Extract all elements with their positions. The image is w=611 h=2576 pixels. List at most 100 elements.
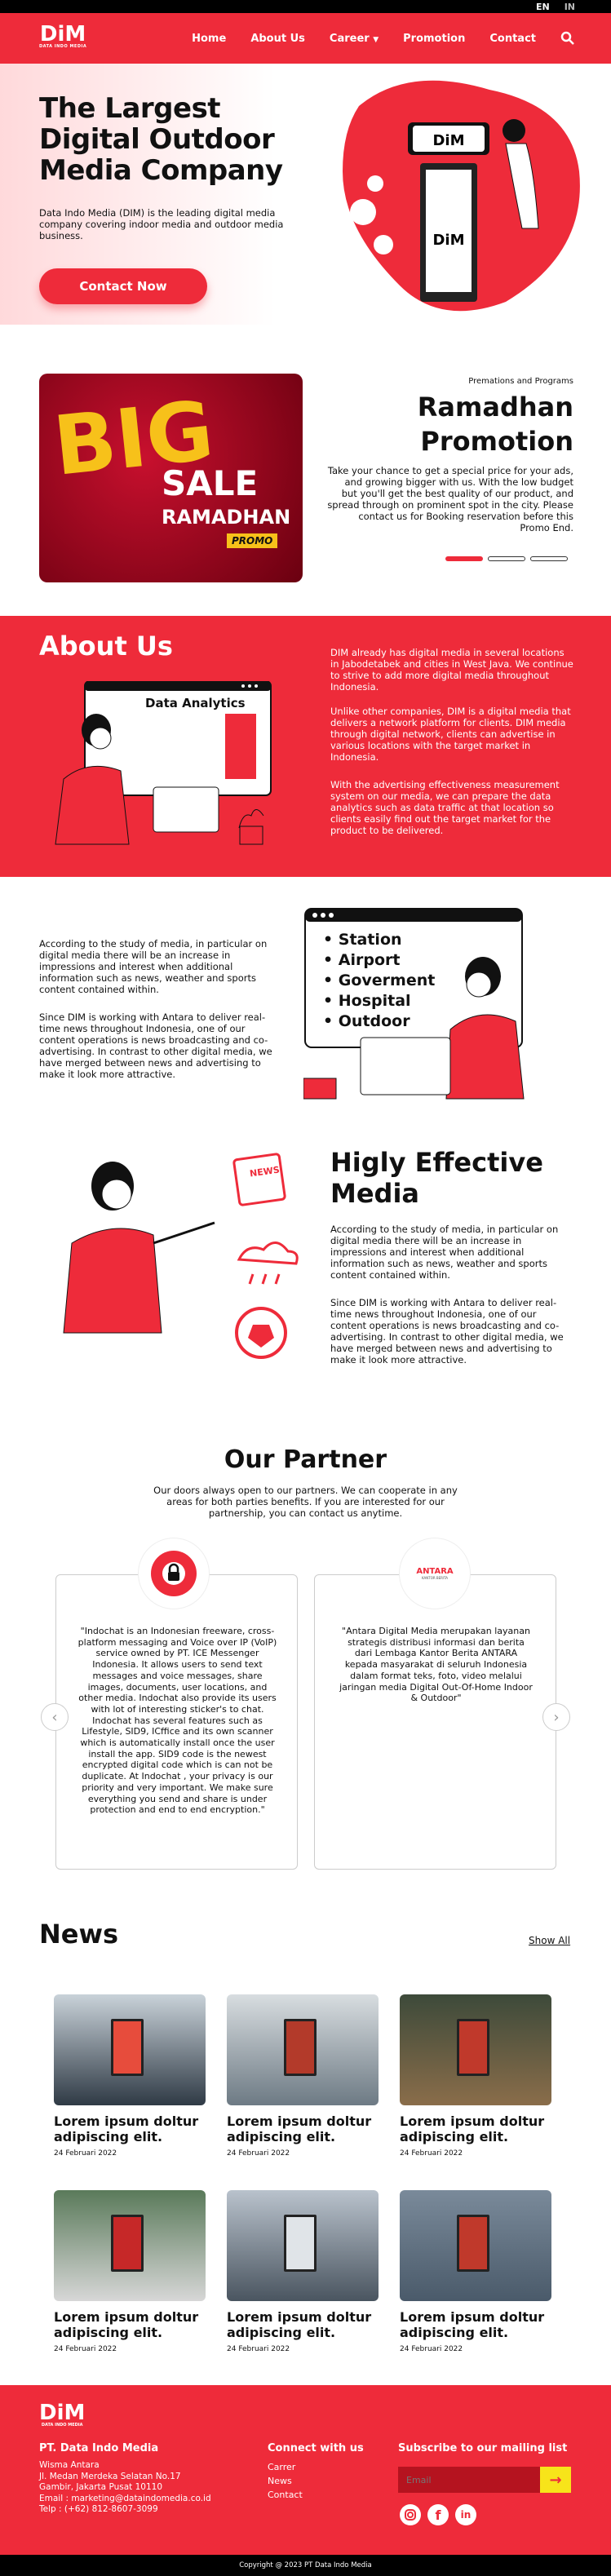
footer-link-contact[interactable]: Contact [268,2488,303,2502]
news-title[interactable]: Lorem ipsum doltur adipiscing elit. [54,2113,206,2144]
footer-logo[interactable]: DiM DATA INDO MEDIA [39,2401,86,2428]
news-title[interactable]: Lorem ipsum doltur adipiscing elit. [227,2113,379,2144]
carousel-dot-active[interactable] [445,556,483,561]
indochat-logo [139,1538,209,1609]
location-item: • Station [323,931,402,949]
about-title: About Us [39,631,173,662]
news-card[interactable]: Lorem ipsum doltur adipiscing elit. 24 Fe… [54,1994,206,2166]
about-section: About Us Data Analytics DIM already has … [0,616,611,877]
effective-title-line1: Higly Effective [330,1147,543,1178]
svg-text:DiM: DiM [432,232,464,249]
news-thumbnail[interactable] [54,2190,206,2301]
display-screen-shape [284,2215,317,2272]
promo-section: BIG SALE RAMADHAN PROMO Premations and P… [0,359,611,604]
linkedin-icon[interactable]: in [455,2504,476,2525]
carousel-prev-button[interactable]: ‹ [41,1703,69,1731]
contact-now-button[interactable]: Contact Now [39,268,207,304]
nav-contact[interactable]: Contact [489,33,536,45]
news-title[interactable]: Lorem ipsum doltur adipiscing elit. [54,2309,206,2340]
lock-icon [151,1551,197,1596]
facebook-icon[interactable]: f [427,2504,449,2525]
news-date: 24 Februari 2022 [400,2345,463,2353]
nav-links: Home About Us Career ▼ Promotion Contact [192,13,536,64]
display-screen-shape [457,2215,489,2272]
show-all-link[interactable]: Show All [529,1935,570,1946]
news-card[interactable]: Lorem ipsum doltur adipiscing elit. 24 Fe… [54,2190,206,2361]
nav-home[interactable]: Home [192,33,226,45]
hero-title: The Largest Digital Outdoor Media Compan… [39,92,283,187]
effective-media-section: NEWS Higly Effective Media According to … [0,1134,611,1411]
news-thumbnail[interactable] [400,1994,551,2105]
partner-card-antara: "Antara Digital Media merupakan layanan … [314,1574,556,1870]
news-thumbnail[interactable] [400,2190,551,2301]
display-screen-shape [111,2215,144,2272]
partner-title: Our Partner [224,1445,387,1474]
logo-tagline: DATA INDO MEDIA [41,2423,83,2428]
footer-link-career[interactable]: Carrer [268,2460,303,2474]
search-icon[interactable] [560,31,575,46]
brand-logo[interactable]: DiM DATA INDO MEDIA [39,24,86,49]
carousel-dot[interactable] [530,556,568,561]
location-label: Hospital [338,992,411,1010]
news-section: News Show All Lorem ipsum doltur adipisc… [0,1909,611,2366]
lang-en-link[interactable]: EN [536,2,550,12]
news-thumbnail[interactable] [227,1994,379,2105]
subscribe-email-input[interactable] [398,2467,540,2493]
carousel-dot[interactable] [488,556,525,561]
locations-illustration: • Station • Airport • Goverment • Hospit… [303,907,573,1103]
news-title[interactable]: Lorem ipsum doltur adipiscing elit. [400,2113,551,2144]
banner-sale: SALE [162,463,259,503]
footer-email[interactable]: Email : marketing@dataindomedia.co.id [39,2494,211,2505]
page: EN IN DiM DATA INDO MEDIA Home About Us … [0,0,611,2576]
carousel-next-button[interactable]: › [542,1703,570,1731]
news-title[interactable]: Lorem ipsum doltur adipiscing elit. [227,2309,379,2340]
subscribe-submit-button[interactable]: → [540,2467,571,2493]
news-date: 24 Februari 2022 [400,2149,463,2158]
news-thumbnail[interactable] [227,2190,379,2301]
logo-text: DiM [39,22,86,46]
footer-phone[interactable]: Telp : (+62) 812-8607-3099 [39,2504,211,2516]
effective-paragraph-2: Since DIM is working with Antara to deli… [330,1297,564,1365]
partner-card-text: "Indochat is an Indonesian freeware, cro… [77,1626,277,1816]
location-label: Goverment [338,972,436,989]
locations-section: According to the study of media, in part… [0,897,611,1109]
news-card[interactable]: Lorem ipsum doltur adipiscing elit. 24 Fe… [227,1994,379,2166]
promo-banner[interactable]: BIG SALE RAMADHAN PROMO [39,374,303,582]
news-card[interactable]: Lorem ipsum doltur adipiscing elit. 24 Fe… [227,2190,379,2361]
nav-about[interactable]: About Us [250,33,305,45]
footer-link-news[interactable]: News [268,2474,303,2488]
location-label: Station [338,931,402,949]
instagram-icon[interactable] [400,2504,421,2525]
news-title[interactable]: Lorem ipsum doltur adipiscing elit. [400,2309,551,2340]
nav-promotion[interactable]: Promotion [403,33,465,45]
news-date: 24 Februari 2022 [54,2149,117,2158]
news-card[interactable]: Lorem ipsum doltur adipiscing elit. 24 Fe… [400,2190,551,2361]
location-item: • Hospital [323,992,411,1010]
location-label: Airport [338,951,401,969]
news-thumbnail[interactable] [54,1994,206,2105]
svg-text:DiM: DiM [432,132,464,149]
logo-tagline: DATA INDO MEDIA [39,44,87,49]
address-line: Jl. Medan Merdeka Selatan No.17 [39,2471,181,2481]
location-item: • Airport [323,951,401,969]
partner-description: Our doors always open to our partners. W… [153,1485,458,1519]
news-card[interactable]: Lorem ipsum doltur adipiscing elit. 24 Fe… [400,1994,551,2166]
news-date: 24 Februari 2022 [227,2345,290,2353]
antara-logo: ANTARA KANTOR BERITA [400,1538,470,1609]
locations-list: • Station • Airport • Goverment • Hospit… [323,930,435,1032]
nav-career[interactable]: Career ▼ [330,33,379,45]
main-navbar: DiM DATA INDO MEDIA Home About Us Career… [0,13,611,64]
news-date: 24 Februari 2022 [54,2345,117,2353]
hero-section: The Largest Digital Outdoor Media Compan… [0,64,611,325]
banner-ramadhan: RAMADHAN [162,506,291,529]
antara-logo-sub: KANTOR BERITA [421,1576,449,1580]
display-screen-shape [457,2019,489,2076]
partner-card-indochat: "Indochat is an Indonesian freeware, cro… [55,1574,298,1870]
about-paragraph-1: DIM already has digital media in several… [330,647,573,693]
lang-in-link[interactable]: IN [565,2,575,12]
promo-title-line2: Promotion [420,426,573,457]
data-analytics-label: Data Analytics [145,696,246,710]
logo-text: DiM [39,2401,86,2425]
promo-kicker: Premations and Programs [468,377,573,386]
footer: DiM DATA INDO MEDIA PT. Data Indo Media … [0,2385,611,2555]
